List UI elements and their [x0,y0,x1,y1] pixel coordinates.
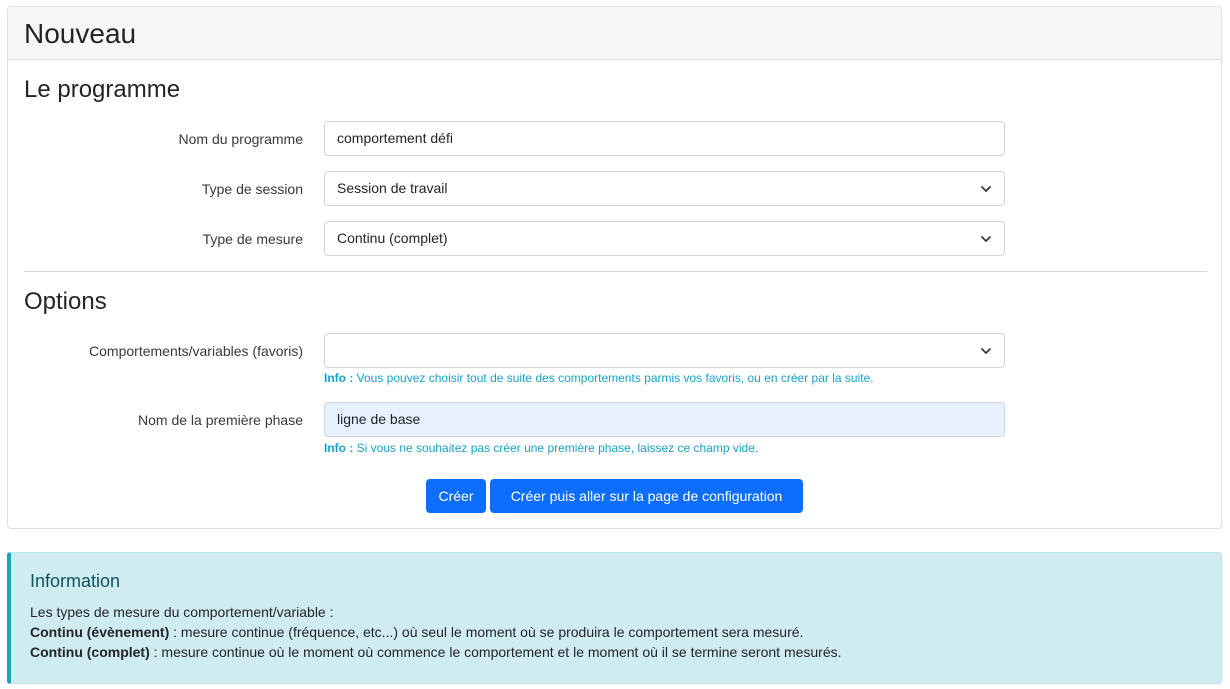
chevron-down-icon [981,348,991,354]
first-phase-value: ligne de base [337,411,421,427]
chevron-down-icon [981,186,991,192]
event-term: Continu (évènement) [30,624,170,640]
information-title: Information [30,571,121,591]
information-intro: Les types de mesure du comportement/vari… [30,604,334,620]
measure-type-select[interactable]: Continu (complet) [324,221,1005,256]
first-phase-label: Nom de la première phase [138,412,303,428]
programme-section-title: Le programme [24,76,181,103]
complete-desc: : mesure continue où le moment où commen… [149,644,842,660]
information-alert: Information Les types de mesure du compo… [7,552,1222,684]
session-type-select[interactable]: Session de travail [324,171,1005,206]
card-header: Nouveau [8,7,1221,60]
favorites-label: Comportements/variables (favoris) [89,343,303,359]
favorites-help-prefix: Info : [324,371,354,385]
information-event-line: Continu (évènement) : mesure continue (f… [30,622,1201,642]
measure-type-value: Continu (complet) [337,230,448,246]
program-name-label: Nom du programme [178,131,304,147]
session-type-value: Session de travail [337,180,448,196]
first-phase-input[interactable]: ligne de base [324,402,1005,437]
section-divider [24,271,1207,272]
program-name-input[interactable]: comportement défi [324,121,1005,156]
program-name-value: comportement défi [337,130,453,146]
first-phase-help-prefix: Info : [324,441,354,455]
favorites-select[interactable] [324,333,1005,368]
page-title: Nouveau [24,18,137,49]
session-type-label: Type de session [201,181,303,197]
chevron-down-icon [981,236,991,242]
favorites-help-text: Vous pouvez choisir tout de suite des co… [353,371,874,385]
information-complete-line: Continu (complet) : mesure continue où l… [30,642,1201,662]
first-phase-help-text: Si vous ne souhaitez pas créer une premi… [353,441,759,455]
options-section-title: Options [24,288,107,315]
complete-term: Continu (complet) [30,644,150,660]
measure-type-label: Type de mesure [202,231,303,247]
new-program-card: Nouveau Le programme Nom du programme co… [7,6,1222,529]
create-and-configure-button[interactable]: Créer puis aller sur la page de configur… [490,479,803,513]
event-desc: : mesure continue (fréquence, etc...) où… [169,624,804,640]
favorites-help: Info : Vous pouvez choisir tout de suite… [324,371,874,385]
create-button[interactable]: Créer [426,479,486,513]
first-phase-help: Info : Si vous ne souhaitez pas créer un… [324,441,758,455]
